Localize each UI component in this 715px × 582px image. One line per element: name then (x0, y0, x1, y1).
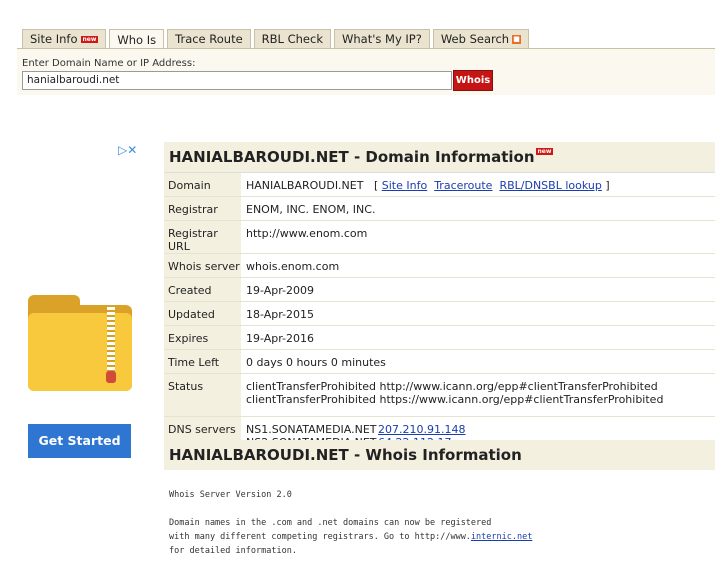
row-label: Status (164, 374, 241, 416)
new-badge: new (80, 35, 99, 43)
tab-label: RBL Check (261, 32, 323, 46)
domain-info-table: HANIALBAROUDI.NET - Domain Information ne… (164, 142, 715, 453)
row-whois-server: Whois server whois.enom.com (164, 254, 715, 278)
row-value: http://www.enom.com (246, 227, 368, 240)
row-label: Registrar (164, 197, 241, 220)
search-label: Enter Domain Name or IP Address: (22, 58, 196, 69)
row-domain: Domain HANIALBAROUDI.NET [ Site Info Tra… (164, 173, 715, 197)
row-time-left: Time Left 0 days 0 hours 0 minutes (164, 350, 715, 374)
tab-label: What's My IP? (342, 32, 422, 46)
status-line: clientTransferProhibited https://www.ica… (246, 393, 664, 406)
row-registrar-url: Registrar URL http://www.enom.com (164, 221, 715, 254)
whois-raw-text: Whois Server Version 2.0 Domain names in… (169, 490, 533, 556)
row-label: Whois server (164, 254, 241, 277)
row-label: Registrar URL (164, 221, 241, 253)
status-line: clientTransferProhibited http://www.ican… (246, 380, 658, 393)
adchoices-icon[interactable]: ▷✕ (118, 143, 137, 157)
zipper-icon (107, 307, 115, 377)
row-label: Domain (164, 173, 241, 196)
domain-input[interactable] (22, 71, 452, 90)
tab-label: Web Search (440, 32, 510, 46)
internic-link[interactable]: internic.net (471, 532, 532, 542)
row-label: Updated (164, 302, 241, 325)
dns-entry: NS1.SONATAMEDIA.NET 207.210.91.148 (246, 423, 715, 436)
row-label: Expires (164, 326, 241, 349)
ns-name: NS1.SONATAMEDIA.NET (246, 423, 377, 436)
tab-site-info[interactable]: Site Info new (22, 29, 107, 48)
search-panel: Enter Domain Name or IP Address: Whois (17, 48, 715, 95)
row-registrar: Registrar ENOM, INC. ENOM, INC. (164, 197, 715, 221)
traceroute-link[interactable]: Traceroute (434, 179, 492, 192)
web-search-icon: ■ (512, 34, 522, 44)
row-label: Created (164, 278, 241, 301)
row-updated: Updated 18-Apr-2015 (164, 302, 715, 326)
tab-whats-my-ip[interactable]: What's My IP? (334, 29, 430, 48)
get-started-button[interactable]: Get Started (28, 424, 131, 458)
tab-web-search[interactable]: Web Search ■ (432, 29, 530, 48)
tab-label: Trace Route (175, 32, 243, 46)
row-value: 0 days 0 hours 0 minutes (246, 356, 386, 369)
row-value: 18-Apr-2015 (246, 308, 315, 321)
whois-button[interactable]: Whois (453, 70, 493, 91)
row-created: Created 19-Apr-2009 (164, 278, 715, 302)
tab-trace-route[interactable]: Trace Route (167, 29, 251, 48)
site-info-link[interactable]: Site Info (382, 179, 427, 192)
whois-info-title: HANIALBAROUDI.NET - Whois Information (164, 440, 715, 470)
row-status: Status clientTransferProhibited http://w… (164, 374, 715, 417)
tab-rbl-check[interactable]: RBL Check (253, 29, 331, 48)
tab-bar: Site Info new Who Is Trace Route RBL Che… (22, 29, 530, 49)
row-value: ENOM, INC. ENOM, INC. (246, 203, 376, 216)
row-value: whois.enom.com (246, 260, 340, 273)
zip-folder-icon (28, 295, 132, 393)
domain-value: HANIALBAROUDI.NET (246, 179, 364, 192)
rbl-lookup-link[interactable]: RBL/DNSBL lookup (499, 179, 601, 192)
row-expires: Expires 19-Apr-2016 (164, 326, 715, 350)
ns-ip-link[interactable]: 207.210.91.148 (378, 423, 465, 436)
row-value: 19-Apr-2009 (246, 284, 315, 297)
row-value: 19-Apr-2016 (246, 332, 315, 345)
row-label: Time Left (164, 350, 241, 373)
tab-label: Site Info (30, 32, 78, 46)
domain-info-title: HANIALBAROUDI.NET - Domain Information ne… (164, 142, 715, 173)
tab-label: Who Is (117, 32, 157, 47)
tab-who-is[interactable]: Who Is (109, 29, 165, 49)
new-badge: new (535, 148, 554, 155)
